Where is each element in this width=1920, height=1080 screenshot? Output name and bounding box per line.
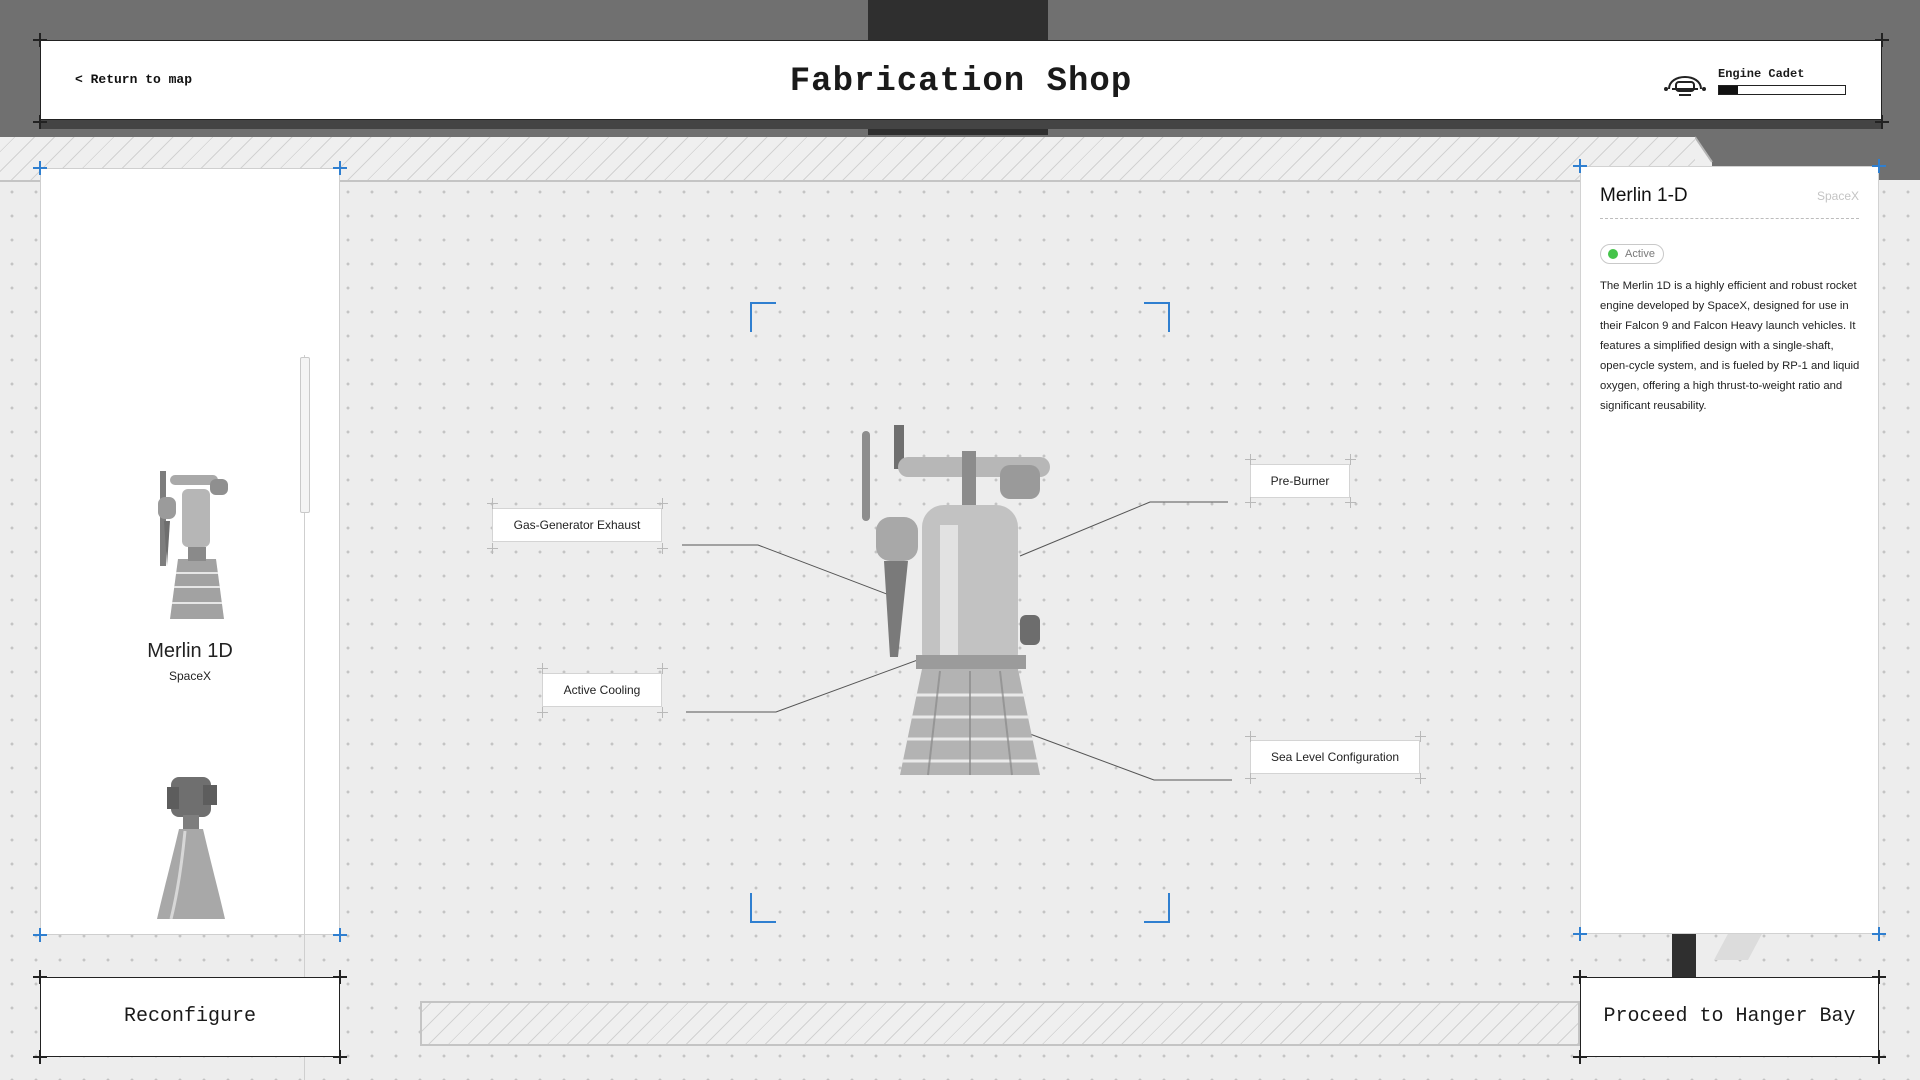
- status-label: Active: [1625, 248, 1655, 260]
- callout-pre-burner[interactable]: Pre-Burner: [1250, 464, 1350, 498]
- callout-sea-level-configuration[interactable]: Sea Level Configuration: [1250, 740, 1420, 774]
- engine-info-title: Merlin 1-D: [1600, 185, 1688, 206]
- engine-description: The Merlin 1D is a highly efficient and …: [1600, 280, 1860, 412]
- callout-active-cooling[interactable]: Active Cooling: [542, 673, 662, 707]
- proceed-to-hanger-bay-button[interactable]: Proceed to Hanger Bay: [1580, 977, 1879, 1057]
- reconfigure-button[interactable]: Reconfigure: [40, 977, 340, 1057]
- status-badge: Active: [1600, 244, 1664, 264]
- engine-info-maker: SpaceX: [1816, 189, 1859, 203]
- callout-gas-generator-exhaust[interactable]: Gas-Generator Exhaust: [492, 508, 662, 542]
- info-divider: [1600, 218, 1859, 219]
- merlin-1d-engine-model: [862, 425, 1050, 776]
- status-dot-icon: [1608, 249, 1618, 259]
- engine-info-panel: Merlin 1-D SpaceX Active The Merlin 1D i…: [1580, 166, 1879, 934]
